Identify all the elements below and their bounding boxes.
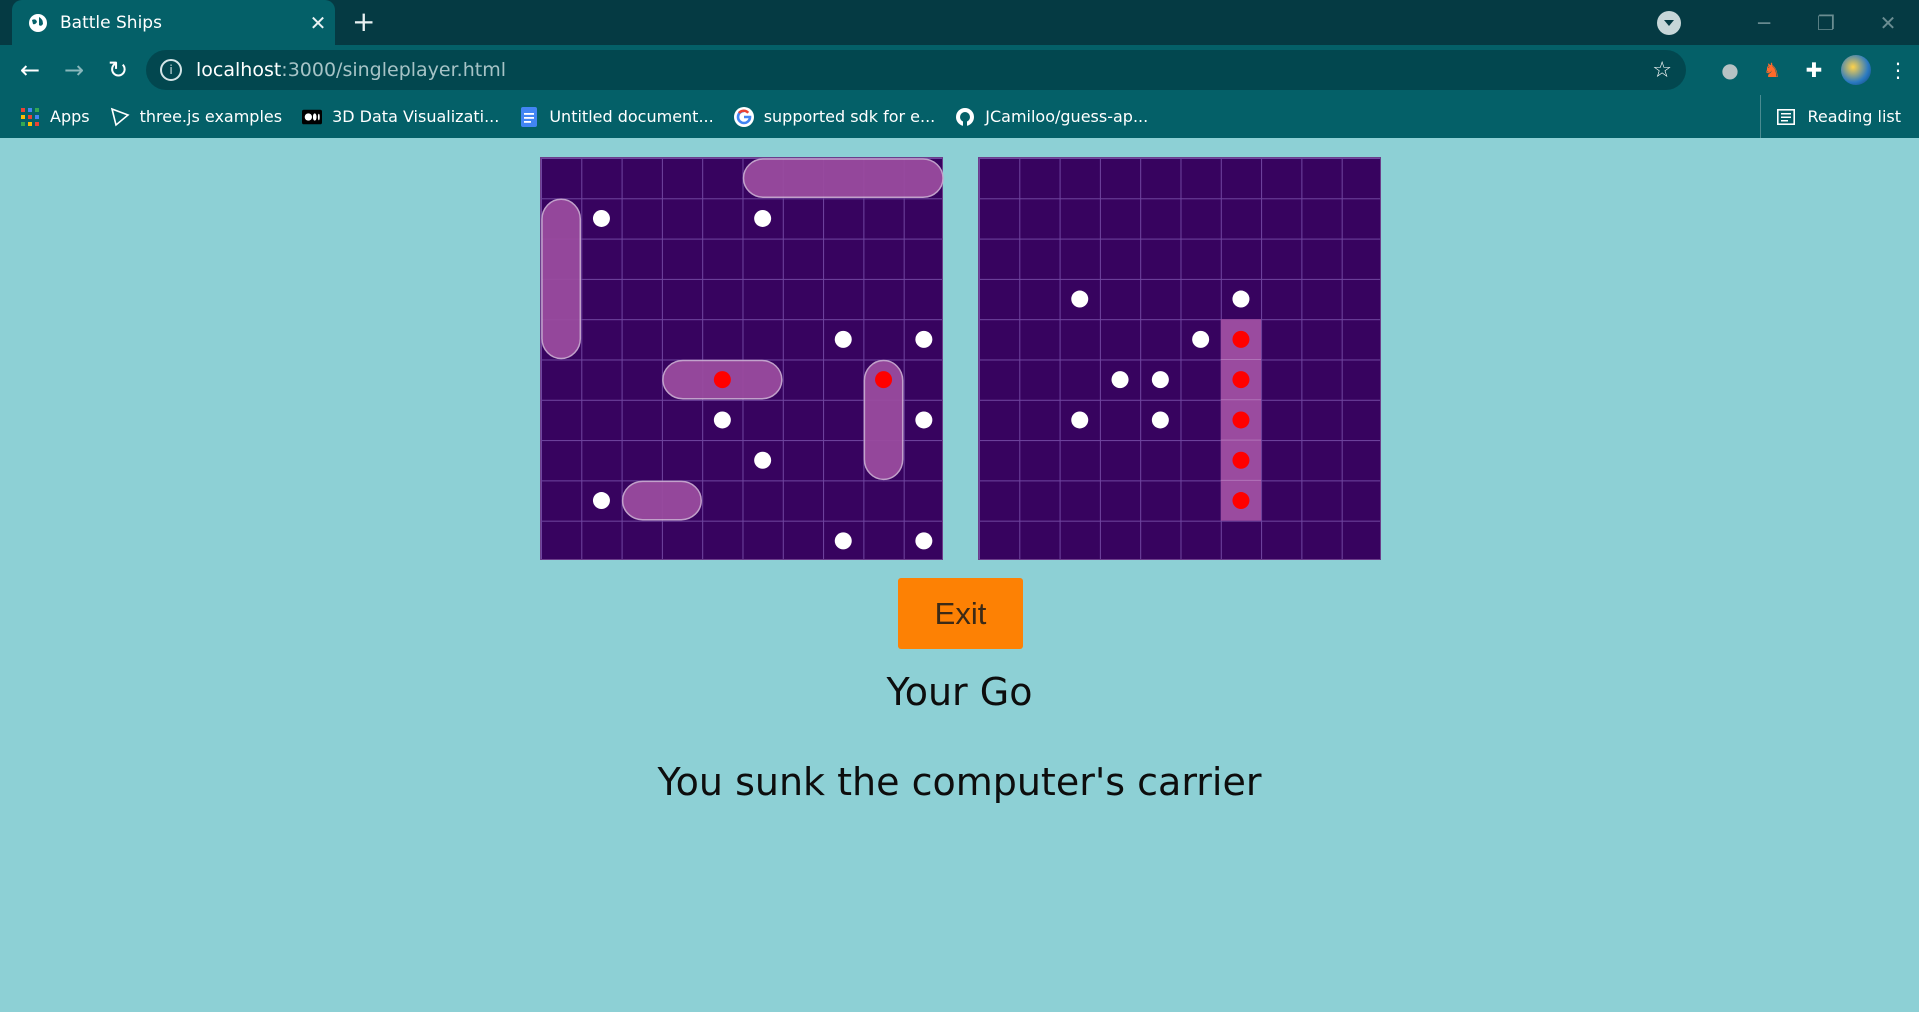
bookmark-label: supported sdk for e... [763,107,936,126]
bookmark-label: 3D Data Visualizati... [332,107,500,126]
bookmark-star-icon[interactable]: ☆ [1652,58,1672,83]
hit-marker [1232,451,1250,469]
apps-grid-icon [20,107,40,127]
menu-kebab-icon[interactable]: ⋮ [1877,58,1919,82]
extension-icon[interactable]: ● [1709,58,1751,82]
miss-marker [754,451,772,469]
url-path: :3000/singleplayer.html [281,59,507,81]
hit-marker [1232,371,1250,389]
bookmark-github[interactable]: JCamiloo/guess-ap... [955,107,1148,127]
hit-marker [1232,492,1250,510]
miss-marker [1151,371,1169,389]
bookmark-label: JCamiloo/guess-ap... [985,107,1149,126]
ship [621,480,702,521]
window-controls: ─ ❐ ✕ [1657,0,1919,45]
exit-button[interactable]: Exit [898,578,1023,649]
bookmark-sdk[interactable]: supported sdk for e... [733,106,936,127]
medium-icon [302,107,323,127]
site-info-icon[interactable]: i [160,59,182,81]
miss-marker [915,330,933,348]
hit-marker [713,371,731,389]
miss-marker [713,411,731,429]
user-board [540,157,944,560]
address-bar[interactable]: i localhost:3000/singleplayer.html ☆ [146,50,1686,90]
bookmark-untitled-doc[interactable]: Untitled document... [519,106,714,127]
miss-marker [1111,371,1129,389]
turn-display: Your Go [886,670,1033,714]
bookmarks-bar: Apps three.js examples 3D Data Visualiza… [0,95,1919,138]
close-tab-icon[interactable]: ✕ [301,11,335,35]
browser-tab[interactable]: Battle Ships ✕ [12,0,335,45]
bookmark-label: three.js examples [139,107,283,126]
miss-marker [1192,330,1210,348]
info-message: You sunk the computer's carrier [657,760,1262,804]
miss-marker [834,330,852,348]
computer-board[interactable] [978,157,1381,560]
tab-strip: Battle Ships ✕ + ─ ❐ ✕ [0,0,1919,45]
new-tab-icon[interactable]: + [352,8,375,36]
miss-marker [915,532,933,550]
github-icon [955,107,975,127]
reload-icon[interactable]: ↻ [96,56,140,84]
tab-title: Battle Ships [60,12,162,33]
minimize-icon[interactable]: ─ [1733,11,1795,35]
miss-marker [834,532,852,550]
game-page: Exit Your Go You sunk the computer's car… [0,138,1919,1012]
miss-marker [1071,411,1089,429]
bookmark-label: Apps [50,107,90,126]
ship [742,158,944,199]
url-host: localhost [196,59,282,81]
extension-icon[interactable]: ♞ [1751,58,1793,82]
bookmark-threejs[interactable]: three.js examples [110,107,282,127]
miss-marker [915,411,933,429]
reading-list-label: Reading list [1807,107,1901,126]
threejs-icon [110,107,130,127]
google-docs-icon [519,106,539,127]
forward-icon[interactable]: → [52,56,96,84]
profile-avatar[interactable] [1841,55,1871,85]
bookmark-apps[interactable]: Apps [20,107,90,127]
hit-marker [875,371,893,389]
globe-icon [29,13,47,32]
user-board-layer [541,158,944,550]
restore-icon[interactable]: ❐ [1795,11,1857,35]
puzzle-extensions-icon[interactable]: ✚ [1793,58,1835,82]
miss-marker [754,209,772,227]
google-icon [733,106,754,127]
reading-list-icon [1777,107,1797,127]
miss-marker [592,209,610,227]
tab-search-icon[interactable] [1657,10,1681,35]
miss-marker [1232,290,1250,308]
ship [541,198,582,360]
extensions-area: ● ♞ ✚ ⋮ [1709,45,1919,95]
hit-marker [1232,330,1250,348]
hit-marker [1232,411,1250,429]
back-icon[interactable]: ← [8,56,52,84]
reading-list-button[interactable]: Reading list [1760,95,1901,138]
bookmark-label: Untitled document... [549,107,714,126]
miss-marker [592,492,610,510]
browser-toolbar: ← → ↻ i localhost:3000/singleplayer.html… [0,45,1919,95]
bookmark-3d-data[interactable]: 3D Data Visualizati... [302,107,499,127]
computer-board-layer [1071,290,1262,521]
miss-marker [1071,290,1089,308]
url-text[interactable]: localhost:3000/singleplayer.html [196,59,506,81]
miss-marker [1151,411,1169,429]
window-close-icon[interactable]: ✕ [1857,11,1919,35]
